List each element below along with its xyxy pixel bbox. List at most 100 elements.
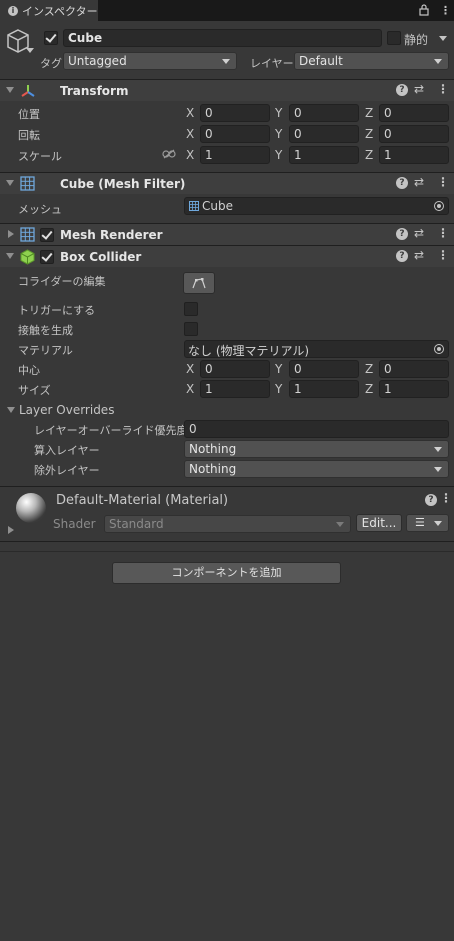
- position-x-label[interactable]: X: [186, 106, 194, 120]
- center-z-label[interactable]: Z: [365, 362, 373, 376]
- static-dropdown-icon[interactable]: [439, 36, 447, 41]
- box-collider-header[interactable]: Box Collider ? ⇄ ⋮: [0, 245, 454, 267]
- mesh-renderer-header[interactable]: Mesh Renderer ? ⇄ ⋮: [0, 223, 454, 245]
- size-label: サイズ: [18, 384, 51, 397]
- divider: [0, 486, 454, 487]
- tag-dropdown[interactable]: Untagged: [63, 52, 237, 70]
- tab-inspector[interactable]: i インスペクター: [0, 0, 98, 21]
- presets-icon[interactable]: ⇄: [414, 248, 424, 262]
- material-title: Default-Material (Material): [56, 493, 229, 508]
- tab-menu-icon[interactable]: ⋮: [440, 4, 451, 17]
- shader-edit-button[interactable]: Edit...: [356, 514, 402, 532]
- mesh-renderer-title: Mesh Renderer: [60, 228, 163, 242]
- box-collider-foldout-icon[interactable]: [6, 253, 14, 259]
- layer-overrides-label[interactable]: Layer Overrides: [19, 403, 114, 417]
- transform-header[interactable]: Transform ? ⇄ ⋮: [0, 79, 454, 101]
- list-icon: ☰: [415, 516, 425, 529]
- tag-label: タグ: [40, 57, 62, 70]
- include-layers-dropdown[interactable]: Nothing: [184, 440, 449, 458]
- presets-icon[interactable]: ⇄: [414, 175, 424, 189]
- presets-icon[interactable]: ⇄: [414, 82, 424, 96]
- center-z-field[interactable]: 0: [379, 360, 449, 378]
- size-x-field[interactable]: 1: [200, 380, 270, 398]
- scale-y-label[interactable]: Y: [275, 148, 282, 162]
- layer-override-priority-label: レイヤーオーバーライド優先度: [34, 424, 188, 437]
- transform-foldout-icon[interactable]: [6, 87, 14, 93]
- center-y-label[interactable]: Y: [275, 362, 282, 376]
- edit-collider-button[interactable]: [183, 272, 215, 294]
- is-trigger-checkbox[interactable]: [184, 302, 198, 316]
- scale-x-label[interactable]: X: [186, 148, 194, 162]
- scale-y-field[interactable]: 1: [289, 146, 359, 164]
- component-menu-icon[interactable]: ⋮: [437, 226, 449, 240]
- physic-material-value: なし (物理マテリアル): [188, 344, 310, 358]
- rotation-x-field[interactable]: 0: [200, 125, 270, 143]
- position-y-field[interactable]: 0: [289, 104, 359, 122]
- object-name-field[interactable]: Cube: [63, 29, 382, 47]
- layer-override-priority-field[interactable]: 0: [184, 420, 449, 438]
- position-y-label[interactable]: Y: [275, 106, 282, 120]
- material-foldout-icon[interactable]: [8, 526, 14, 534]
- mesh-filter-icon: [20, 176, 35, 191]
- lock-icon[interactable]: [419, 4, 429, 16]
- mesh-filter-foldout-icon[interactable]: [6, 180, 14, 186]
- scale-z-label[interactable]: Z: [365, 148, 373, 162]
- rotation-x-label[interactable]: X: [186, 127, 194, 141]
- physic-material-field[interactable]: なし (物理マテリアル): [184, 340, 449, 358]
- layer-dropdown[interactable]: Default: [294, 52, 449, 70]
- static-label: 静的: [404, 33, 429, 47]
- rotation-y-label[interactable]: Y: [275, 127, 282, 141]
- shader-options-dropdown[interactable]: ☰: [406, 514, 449, 532]
- scale-z-field[interactable]: 1: [379, 146, 449, 164]
- center-x-label[interactable]: X: [186, 362, 194, 376]
- layer-overrides-foldout-icon[interactable]: [7, 407, 15, 413]
- icon-dropdown-icon[interactable]: [26, 48, 34, 53]
- mesh-filter-header[interactable]: Cube (Mesh Filter) ? ⇄ ⋮: [0, 172, 454, 194]
- constrain-proportions-icon[interactable]: [162, 149, 176, 159]
- center-x-field[interactable]: 0: [200, 360, 270, 378]
- position-x-field[interactable]: 0: [200, 104, 270, 122]
- material-menu-icon[interactable]: ⋮: [440, 491, 452, 505]
- help-icon[interactable]: ?: [396, 228, 408, 240]
- component-menu-icon[interactable]: ⋮: [437, 175, 449, 189]
- include-layers-label: 算入レイヤー: [34, 444, 100, 457]
- help-icon[interactable]: ?: [396, 177, 408, 189]
- exclude-layers-dropdown[interactable]: Nothing: [184, 460, 449, 478]
- size-x-label[interactable]: X: [186, 382, 194, 396]
- add-component-button[interactable]: コンポーネントを追加: [112, 562, 341, 584]
- position-z-field[interactable]: 0: [379, 104, 449, 122]
- material-label: マテリアル: [18, 344, 73, 357]
- static-checkbox[interactable]: [387, 31, 401, 45]
- size-y-field[interactable]: 1: [289, 380, 359, 398]
- presets-icon[interactable]: ⇄: [414, 226, 424, 240]
- size-z-field[interactable]: 1: [379, 380, 449, 398]
- box-collider-icon: [20, 249, 35, 265]
- mesh-renderer-foldout-icon[interactable]: [8, 230, 14, 238]
- shader-dropdown[interactable]: Standard: [104, 515, 351, 533]
- rotation-y-field[interactable]: 0: [289, 125, 359, 143]
- rotation-z-field[interactable]: 0: [379, 125, 449, 143]
- divider: [0, 551, 454, 552]
- object-picker-icon[interactable]: [434, 201, 444, 211]
- object-picker-icon[interactable]: [434, 344, 444, 354]
- position-z-label[interactable]: Z: [365, 106, 373, 120]
- scale-x-field[interactable]: 1: [200, 146, 270, 164]
- mesh-asset-icon: [189, 201, 199, 211]
- size-z-label[interactable]: Z: [365, 382, 373, 396]
- box-collider-enabled-checkbox[interactable]: [40, 250, 54, 264]
- help-icon[interactable]: ?: [425, 494, 437, 506]
- info-icon: i: [8, 5, 18, 16]
- component-menu-icon[interactable]: ⋮: [437, 82, 449, 96]
- help-icon[interactable]: ?: [396, 250, 408, 262]
- rotation-z-label[interactable]: Z: [365, 127, 373, 141]
- size-y-label[interactable]: Y: [275, 382, 282, 396]
- active-checkbox[interactable]: [44, 31, 58, 45]
- mesh-renderer-enabled-checkbox[interactable]: [40, 228, 54, 242]
- provides-contacts-checkbox[interactable]: [184, 322, 198, 336]
- component-menu-icon[interactable]: ⋮: [437, 248, 449, 262]
- help-icon[interactable]: ?: [396, 84, 408, 96]
- center-y-field[interactable]: 0: [289, 360, 359, 378]
- is-trigger-label: トリガーにする: [18, 304, 96, 317]
- mesh-object-field[interactable]: Cube: [184, 197, 449, 215]
- scale-label: スケール: [18, 150, 62, 163]
